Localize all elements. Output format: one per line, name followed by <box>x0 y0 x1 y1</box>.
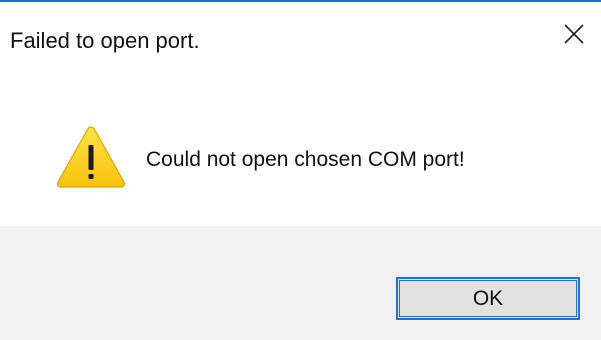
close-icon <box>563 23 585 45</box>
warning-icon <box>55 124 127 190</box>
dialog-content: Could not open chosen COM port! <box>0 82 601 230</box>
title-bar[interactable]: Failed to open port. <box>0 2 601 82</box>
button-area: OK <box>0 226 601 340</box>
close-button[interactable] <box>547 6 601 62</box>
message-dialog: Failed to open port. Could not open chos… <box>0 0 601 340</box>
ok-button[interactable]: OK <box>396 277 580 320</box>
dialog-title: Failed to open port. <box>10 28 200 53</box>
dialog-message: Could not open chosen COM port! <box>146 148 465 171</box>
